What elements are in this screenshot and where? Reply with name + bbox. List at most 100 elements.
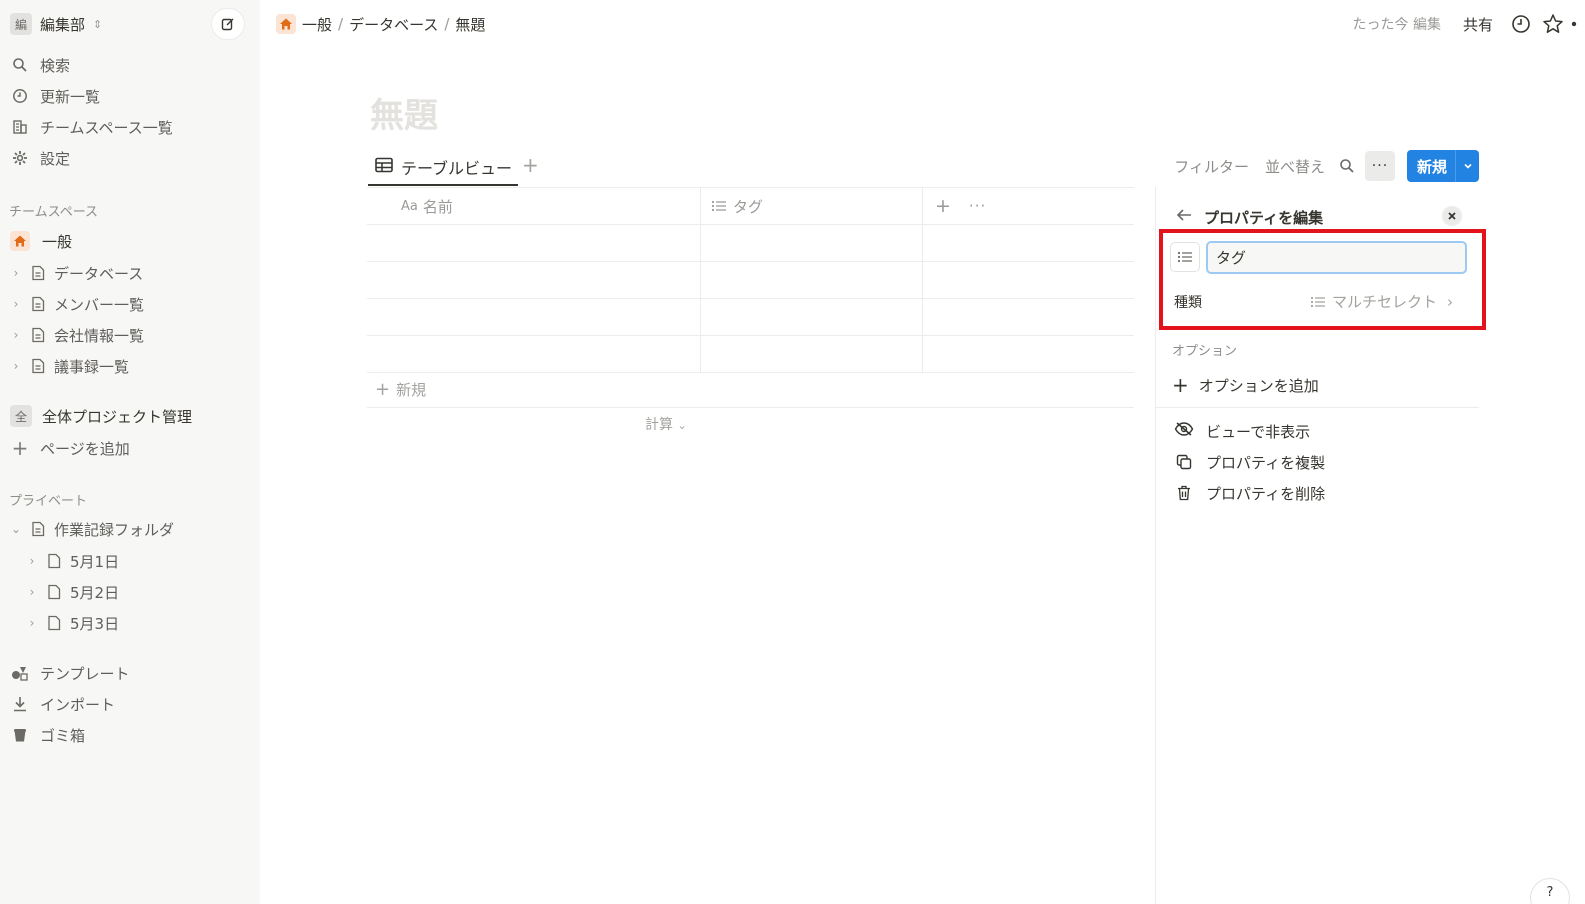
topbar-actions: たった今 編集 共有 [1353, 10, 1585, 38]
new-dropdown-button[interactable] [1455, 150, 1479, 182]
property-type-label: 種類 [1174, 295, 1202, 311]
table-cell[interactable] [701, 262, 923, 298]
page-icon [44, 582, 64, 602]
table-row[interactable] [367, 225, 1134, 262]
breadcrumb-item-general[interactable]: 一般 [302, 14, 332, 35]
property-type-icon-button[interactable] [1170, 242, 1200, 272]
duplicate-property-button[interactable]: プロパティを複製 [1174, 450, 1325, 474]
chevron-right-icon[interactable]: › [26, 554, 38, 568]
table-cell[interactable] [367, 262, 701, 298]
compose-icon [221, 18, 234, 31]
import-icon [10, 694, 30, 714]
table-cell[interactable] [367, 336, 701, 372]
sidebar-item-general[interactable]: 一般 [10, 227, 72, 255]
add-view-button[interactable]: + [522, 153, 539, 177]
sort-button[interactable]: 並べ替え [1265, 156, 1325, 177]
menu-item-label: ビューで非表示 [1206, 422, 1311, 441]
title-type-icon: Aa [401, 198, 418, 214]
more-icon[interactable] [1571, 10, 1585, 38]
page-icon [28, 294, 48, 314]
search-icon[interactable] [1333, 152, 1361, 180]
sidebar-item-may1[interactable]: › 5月1日 [26, 547, 120, 575]
new-button[interactable]: 新規 [1406, 150, 1455, 182]
page-icon [44, 613, 64, 633]
page-icon [28, 519, 48, 539]
property-type-select[interactable]: マルチセレクト › [1310, 291, 1453, 312]
delete-property-button[interactable]: プロパティを削除 [1174, 481, 1325, 505]
hide-in-view-button[interactable]: ビューで非表示 [1174, 419, 1310, 443]
chevron-down-icon: ⌄ [677, 419, 687, 432]
sidebar-item-database[interactable]: › データベース [10, 259, 144, 287]
back-arrow-icon[interactable] [1176, 208, 1192, 226]
column-header-tag[interactable]: タグ [701, 188, 923, 224]
table-row[interactable] [367, 336, 1134, 373]
sidebar-item-settings[interactable]: 設定 [10, 144, 70, 172]
chevron-right-icon[interactable]: › [10, 266, 22, 280]
breadcrumb-item-database[interactable]: データベース [349, 14, 438, 35]
filter-button[interactable]: フィルター [1174, 156, 1249, 177]
page-icon [28, 356, 48, 376]
add-column-button[interactable]: + [935, 195, 951, 217]
sidebar-item-templates[interactable]: テンプレート [10, 659, 130, 687]
sidebar-item-search[interactable]: 検索 [10, 51, 70, 79]
chevron-down-icon[interactable]: ⌄ [10, 522, 22, 536]
table-cell [923, 336, 1134, 372]
star-icon[interactable] [1539, 10, 1567, 38]
view-more-button[interactable]: ··· [1364, 151, 1395, 181]
help-button[interactable]: ? [1530, 878, 1570, 904]
table-cell[interactable] [367, 299, 701, 335]
menu-item-label: プロパティを削除 [1206, 484, 1326, 503]
add-page-label: ページを追加 [40, 439, 130, 458]
sidebar-item-label: インポート [40, 695, 116, 714]
panel-header: プロパティを編集 [1176, 205, 1323, 229]
close-button[interactable] [1442, 206, 1462, 226]
table-row[interactable] [367, 262, 1134, 299]
chevron-down-icon [1463, 163, 1472, 169]
sidebar-item-work-folder[interactable]: ⌄ 作業記録フォルダ [10, 515, 174, 543]
column-more-button[interactable]: ··· [969, 197, 986, 215]
history-icon[interactable] [1507, 10, 1535, 38]
chevron-right-icon[interactable]: › [26, 616, 38, 630]
workspace-switcher[interactable]: 編 編集部 ⇕ [10, 10, 102, 38]
project-badge: 全 [10, 405, 32, 427]
sidebar-item-companies[interactable]: › 会社情報一覧 [10, 321, 144, 349]
table-row[interactable] [367, 299, 1134, 336]
chevron-right-icon[interactable]: › [10, 359, 22, 373]
add-page-button[interactable]: + ページを追加 [10, 434, 130, 462]
sidebar-item-import[interactable]: インポート [10, 690, 115, 718]
table-cell[interactable] [701, 225, 923, 261]
property-name-input[interactable] [1206, 241, 1467, 274]
sidebar-item-project[interactable]: 全 全体プロジェクト管理 [10, 402, 192, 430]
trash-icon [10, 725, 30, 745]
plus-icon: + [11, 436, 29, 460]
sidebar-item-label: 5月2日 [70, 583, 120, 602]
table-cell[interactable] [701, 336, 923, 372]
table-cell[interactable] [367, 225, 701, 261]
sidebar-item-members[interactable]: › メンバー一覧 [10, 290, 144, 318]
chevron-right-icon[interactable]: › [10, 297, 22, 311]
calculate-button[interactable]: 計算 ⌄ [645, 414, 687, 434]
breadcrumb-item-current[interactable]: 無題 [455, 14, 485, 35]
sidebar-item-minutes[interactable]: › 議事録一覧 [10, 352, 129, 380]
sidebar-item-teamspaces[interactable]: チームスペース一覧 [10, 113, 173, 141]
sidebar-item-may2[interactable]: › 5月2日 [26, 578, 120, 606]
table-cell [923, 299, 1134, 335]
column-header-name[interactable]: Aa 名前 [367, 188, 701, 224]
table-cell[interactable] [701, 299, 923, 335]
chevron-right-icon[interactable]: › [26, 585, 38, 599]
sidebar-item-label: 設定 [40, 149, 71, 168]
add-option-button[interactable]: + オプションを追加 [1172, 373, 1319, 397]
sidebar-item-trash[interactable]: ゴミ箱 [10, 721, 85, 749]
view-toolbar: フィルター 並べ替え ··· 新規 [1158, 150, 1479, 182]
sidebar-item-may3[interactable]: › 5月3日 [26, 609, 120, 637]
page-title[interactable]: 無題 [370, 88, 438, 137]
chevron-right-icon[interactable]: › [10, 328, 22, 342]
breadcrumb: 一般 / データベース / 無題 [276, 12, 485, 36]
close-icon [1448, 212, 1456, 220]
share-button[interactable]: 共有 [1463, 14, 1493, 35]
tab-table-view[interactable]: テーブルビュー [368, 150, 518, 186]
add-row-button[interactable]: + 新規 [367, 372, 1134, 408]
list-icon [1177, 251, 1192, 263]
new-page-button[interactable] [211, 8, 245, 40]
sidebar-item-updates[interactable]: 更新一覧 [10, 82, 100, 110]
